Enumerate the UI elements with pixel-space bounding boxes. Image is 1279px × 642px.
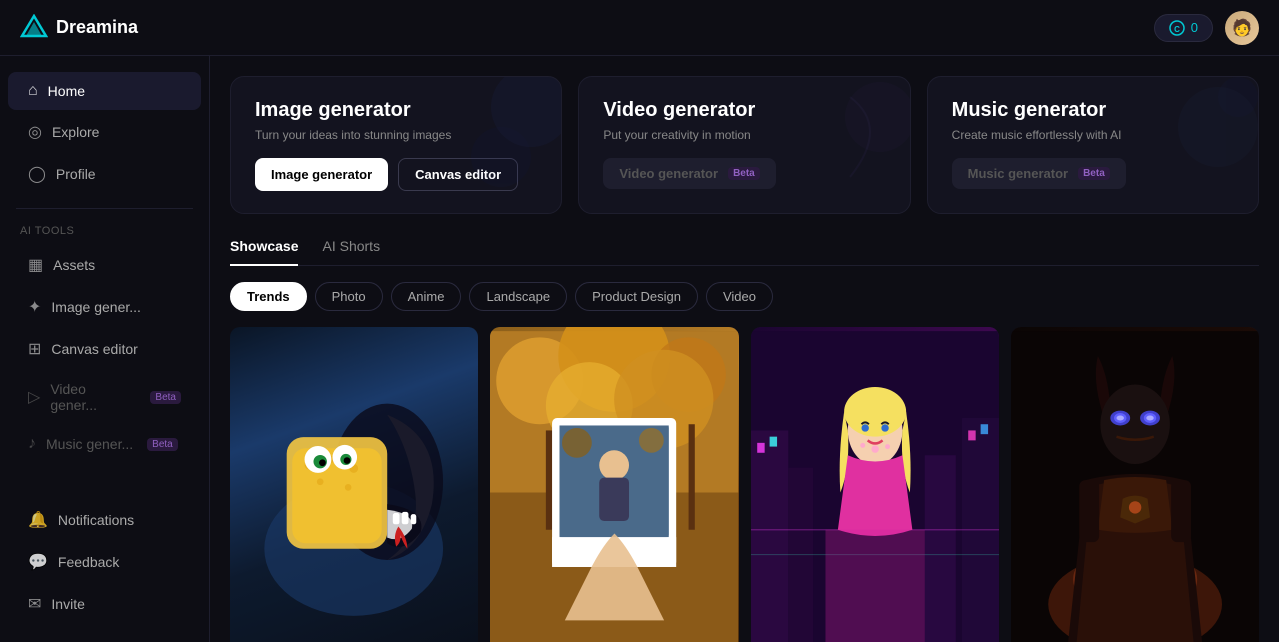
sidebar-item-video-gen[interactable]: ▷ Video gener... Beta [8, 371, 201, 423]
showcase-tabs: Showcase AI Shorts [230, 238, 1259, 266]
sidebar-item-assets-label: Assets [53, 257, 95, 273]
music-gen-btn-label: Music generator [968, 166, 1068, 181]
video-card-bg [790, 77, 910, 213]
canvas-editor-button[interactable]: Canvas editor [398, 158, 518, 191]
home-icon: ⌂ [28, 82, 38, 100]
spongebob-venom-image [242, 344, 465, 642]
video-gen-buttons: Video generator Beta [603, 158, 885, 189]
sidebar-item-feedback-label: Feedback [58, 554, 119, 570]
sidebar-item-image-gen[interactable]: ✦ Image gener... [8, 287, 201, 327]
music-gen-icon: ♪ [28, 435, 36, 453]
sidebar-item-home[interactable]: ⌂ Home [8, 72, 201, 110]
credits-count: 0 [1191, 20, 1198, 35]
music-generator-button[interactable]: Music generator Beta [952, 158, 1126, 189]
sidebar-item-feedback[interactable]: 💬 Feedback [8, 542, 201, 582]
credits-icon: C [1169, 20, 1185, 36]
invite-icon: ✉ [28, 594, 41, 614]
sidebar-item-profile[interactable]: ◯ Profile [8, 154, 201, 194]
notifications-icon: 🔔 [28, 510, 48, 530]
sidebar-item-image-gen-label: Image gener... [51, 299, 141, 315]
tab-showcase[interactable]: Showcase [230, 238, 298, 266]
filter-landscape[interactable]: Landscape [469, 282, 567, 311]
filter-photo[interactable]: Photo [315, 282, 383, 311]
feedback-icon: 💬 [28, 552, 48, 572]
image-generator-button[interactable]: Image generator [255, 158, 388, 191]
generator-cards: Image generator Turn your ideas into stu… [230, 76, 1259, 214]
explore-icon: ◎ [28, 122, 42, 142]
music-gen-beta: Beta [1078, 167, 1110, 180]
canvas-icon: ⊞ [28, 339, 41, 359]
filter-anime[interactable]: Anime [391, 282, 462, 311]
sidebar-item-video-gen-label: Video gener... [50, 381, 136, 413]
music-generator-card: Music generator Create music effortlessl… [927, 76, 1259, 214]
sidebar-item-invite[interactable]: ✉ Invite [8, 584, 201, 624]
video-beta-badge: Beta [150, 391, 181, 404]
image-gen-title: Image generator [255, 99, 537, 122]
tab-ai-shorts[interactable]: AI Shorts [322, 238, 380, 266]
image-generator-card: Image generator Turn your ideas into stu… [230, 76, 562, 214]
sidebar-item-notifications[interactable]: 🔔 Notifications [8, 500, 201, 540]
topbar-right: C 0 🧑 [1154, 11, 1259, 45]
image-gen-icon: ✦ [28, 297, 41, 317]
svg-text:C: C [1174, 25, 1180, 34]
video-gen-btn-label: Video generator [619, 166, 718, 181]
filter-row: Trends Photo Anime Landscape Product Des… [230, 282, 1259, 311]
sidebar-item-explore-label: Explore [52, 124, 99, 140]
sidebar: ⌂ Home ◎ Explore ◯ Profile AI tools ▦ As… [0, 56, 210, 642]
avatar[interactable]: 🧑 [1225, 11, 1259, 45]
sidebar-item-canvas[interactable]: ⊞ Canvas editor [8, 329, 201, 369]
video-generator-button[interactable]: Video generator Beta [603, 158, 775, 189]
main-content: Image generator Turn your ideas into stu… [210, 56, 1279, 642]
filter-video[interactable]: Video [706, 282, 773, 311]
image-item-3[interactable] [751, 327, 999, 642]
logo-icon [20, 14, 48, 42]
sidebar-bottom: 🔔 Notifications 💬 Feedback ✉ Invite [0, 500, 209, 626]
sidebar-item-music-gen-label: Music gener... [46, 436, 133, 452]
image-gen-desc: Turn your ideas into stunning images [255, 128, 537, 142]
sidebar-divider [16, 208, 193, 209]
filter-product-design[interactable]: Product Design [575, 282, 698, 311]
barbie-image [751, 327, 999, 642]
image-item-4[interactable] [1011, 327, 1259, 642]
video-gen-beta: Beta [728, 167, 760, 180]
image-grid [230, 327, 1259, 642]
image-item-2[interactable] [490, 327, 738, 642]
sidebar-item-profile-label: Profile [56, 166, 96, 182]
topbar: Dreamina C 0 🧑 [0, 0, 1279, 56]
video-gen-desc: Put your creativity in motion [603, 128, 885, 142]
sidebar-item-explore[interactable]: ◎ Explore [8, 112, 201, 152]
video-gen-icon: ▷ [28, 387, 40, 407]
sidebar-item-invite-label: Invite [51, 596, 84, 612]
image-card-bg [441, 77, 561, 213]
dark-warrior-image [1011, 327, 1259, 642]
app-name: Dreamina [56, 17, 138, 38]
music-beta-badge: Beta [147, 438, 178, 451]
music-gen-desc: Create music effortlessly with AI [952, 128, 1234, 142]
image-item-1[interactable] [230, 327, 478, 642]
image-gen-buttons: Image generator Canvas editor [255, 158, 537, 191]
sidebar-item-music-gen[interactable]: ♪ Music gener... Beta [8, 425, 201, 463]
filter-trends[interactable]: Trends [230, 282, 307, 311]
sidebar-item-home-label: Home [48, 83, 85, 99]
credits-button[interactable]: C 0 [1154, 14, 1213, 42]
layout: ⌂ Home ◎ Explore ◯ Profile AI tools ▦ As… [0, 56, 1279, 642]
hand-polaroid [540, 459, 689, 642]
music-gen-title: Music generator [952, 99, 1234, 122]
sidebar-item-canvas-label: Canvas editor [51, 341, 137, 357]
sidebar-item-notifications-label: Notifications [58, 512, 134, 528]
assets-icon: ▦ [28, 255, 43, 275]
profile-icon: ◯ [28, 164, 46, 184]
music-card-bg [1138, 77, 1258, 213]
music-gen-buttons: Music generator Beta [952, 158, 1234, 189]
video-generator-card: Video generator Put your creativity in m… [578, 76, 910, 214]
sidebar-section-label: AI tools [0, 221, 209, 245]
video-gen-title: Video generator [603, 99, 885, 122]
sidebar-item-assets[interactable]: ▦ Assets [8, 245, 201, 285]
logo[interactable]: Dreamina [20, 14, 138, 42]
